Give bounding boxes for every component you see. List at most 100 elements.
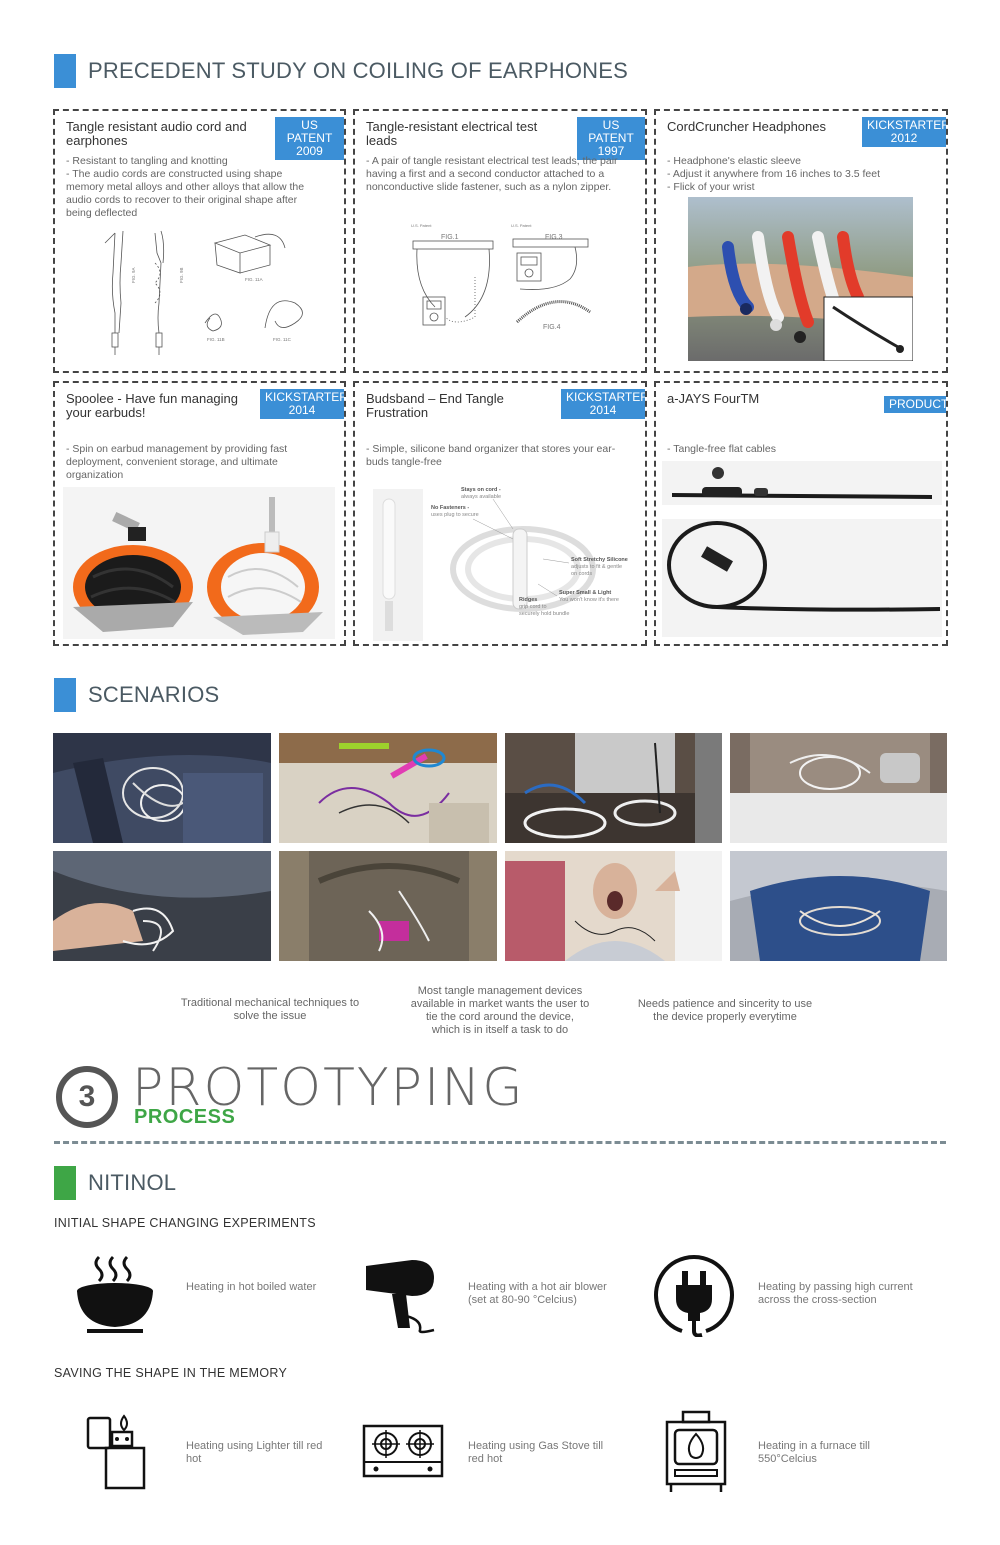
scenario-caption-3: Needs patience and sincerity to use the … <box>625 998 825 1024</box>
card-title: Spoolee - Have fun managing your earbuds… <box>66 391 239 420</box>
card-description: - Tangle-free flat cables <box>667 443 776 456</box>
desc-line: - A pair of tangle resistant electrical … <box>366 155 618 167</box>
ajays-photo <box>662 461 942 637</box>
caption-line: which is in itself a task to do <box>431 1024 569 1036</box>
section-number-badge: 3 <box>56 1066 118 1128</box>
desc-line: deployment, convenient storage, and ulti… <box>66 456 278 468</box>
precedent-title: PRECEDENT STUDY ON COILING OF EARPHONES <box>88 58 628 83</box>
callout-text: uses plug to secure <box>431 512 479 518</box>
spoolee-photo <box>63 487 335 639</box>
card-description: - Simple, silicone band organizer that s… <box>366 443 615 469</box>
section-marker <box>54 1166 76 1200</box>
card-description: - Headphone's elastic sleeve - Adjust it… <box>667 155 880 194</box>
fig-header-text: U.S. Patent <box>511 223 532 228</box>
method-text-furnace: Heating in a furnace till 550°Celcius <box>758 1440 870 1466</box>
precedent-card-patent-1997: Tangle-resistant electrical test leads U… <box>353 109 647 373</box>
boiling-pot-icon <box>77 1255 153 1333</box>
patent-drawing-1997: U.S. Patent U.S. Patent FIG.1 FIG.3 FIG.… <box>411 223 591 331</box>
fig-label: FIG. 11C <box>273 337 292 342</box>
callout-text: No Fasteners - <box>431 505 469 511</box>
desc-line: being deflected <box>66 207 138 219</box>
badge-label: US PATENT <box>286 118 333 145</box>
precedent-card-patent-2009: Tangle resistant audio cord and earphone… <box>53 109 346 373</box>
method-text-lighter: Heating using Lighter till red hot <box>186 1440 322 1466</box>
desc-line: - Adjust it anywhere from 16 inches to 3… <box>667 168 881 180</box>
card-title: Tangle-resistant electrical test leads <box>366 119 538 148</box>
saving-shape-heading: SAVING THE SHAPE IN THE MEMORY <box>54 1366 288 1380</box>
scenario-photo-bag-cord <box>53 733 271 843</box>
badge-year: 2014 <box>288 403 316 417</box>
scenario-photo-pocket-hand <box>53 851 271 961</box>
callout-text: Stays on cord - <box>461 487 501 493</box>
method-line: Heating by passing high current <box>758 1281 913 1293</box>
precedent-card-ajays: a-JAYS FourTM PRODUCT - Tangle-free flat… <box>654 381 948 646</box>
scenario-photo-frustrated-man <box>505 851 722 961</box>
desc-line: - The audio cords are constructed using … <box>66 168 283 180</box>
card-badge: US PATENT 1997 <box>577 117 645 160</box>
badge-label: US PATENT <box>588 118 634 145</box>
callout-text: on cords <box>571 571 592 577</box>
desc-line: audio cords to recover to their original… <box>66 194 298 206</box>
fig-header-text: U.S. Patent <box>411 223 432 228</box>
caption-line: Traditional mechanical techniques to <box>180 997 360 1009</box>
desc-line: organization <box>66 469 124 481</box>
method-text-blower: Heating with a hot air blower (set at 80… <box>468 1281 607 1307</box>
desc-line: - Headphone's elastic sleeve <box>667 155 801 167</box>
method-line: Heating using Gas Stove till <box>468 1440 604 1452</box>
nitinol-section-header: NITINOL <box>54 1166 176 1200</box>
scenario-photo-backpack <box>279 851 497 961</box>
fig-label: FIG. 9A <box>131 267 136 283</box>
callout-text: always available <box>461 494 501 500</box>
fig-label: FIG.4 <box>543 324 561 331</box>
prototyping-subtitle: PROCESS <box>134 1106 236 1128</box>
precedent-section-header: PRECEDENT STUDY ON COILING OF EARPHONES <box>54 54 628 88</box>
callout-text: securely hold bundle <box>519 611 569 617</box>
callout-text: Ridges <box>519 597 537 603</box>
badge-year: 2012 <box>890 131 918 145</box>
card-title: a-JAYS FourTM <box>667 391 760 406</box>
callout-text: You won't know it's there <box>559 597 619 603</box>
nitinol-title: NITINOL <box>88 1170 177 1195</box>
card-description: - Resistant to tangling and knotting - T… <box>66 155 304 220</box>
fig-label: FIG.1 <box>441 234 459 241</box>
precedent-grid: Tangle resistant audio cord and earphone… <box>53 109 948 646</box>
caption-line: Most tangle management devices <box>417 985 583 997</box>
desc-line: - Simple, silicone band organizer that s… <box>366 443 616 455</box>
method-line: 550°Celcius <box>758 1453 817 1465</box>
furnace-icon <box>665 1410 727 1492</box>
scenario-photo-drawer-earbuds <box>730 733 947 843</box>
card-badge: KICKSTARTER 2014 <box>260 389 344 419</box>
badge-label: PRODUCT <box>889 397 948 411</box>
plug-icon <box>654 1254 734 1337</box>
desc-line: buds tangle-free <box>366 456 442 468</box>
method-line: (set at 80-90 °Celcius) <box>468 1294 577 1306</box>
scenario-caption-1: Traditional mechanical techniques to sol… <box>170 997 370 1023</box>
desc-line: - Resistant to tangling and knotting <box>66 155 228 167</box>
hair-dryer-icon <box>366 1260 435 1334</box>
callout-text: adjusts to fit & gentle <box>571 564 622 570</box>
patent-drawing-2009: FIG. 9A FIG. 9B FIG. 11A FIG. 11B FIG. 1… <box>104 230 303 355</box>
scenario-photo-drawer-clutter <box>279 733 497 843</box>
precedent-card-spoolee: Spoolee - Have fun managing your earbuds… <box>53 381 346 646</box>
callout-text: grip cord to <box>519 604 547 610</box>
callout-text: Super Small & Light <box>559 590 611 596</box>
scenario-photo-cables-box <box>505 733 722 843</box>
method-line: hot <box>186 1453 202 1465</box>
card-badge: KICKSTARTER 2012 <box>862 117 946 147</box>
card-badge: US PATENT 2009 <box>275 117 344 160</box>
card-description: - Spin on earbud management by providing… <box>66 443 287 482</box>
caption-line: Needs patience and sincerity to use <box>637 998 813 1010</box>
card-badge: KICKSTARTER 2014 <box>561 389 645 419</box>
gas-stove-icon <box>362 1424 444 1478</box>
badge-year: 2014 <box>589 403 617 417</box>
section-divider <box>54 1141 946 1144</box>
desc-line: - Flick of your wrist <box>667 181 755 193</box>
method-line: red hot <box>468 1453 503 1465</box>
caption-line: solve the issue <box>233 1010 307 1022</box>
caption-line: the device properly everytime <box>653 1011 797 1023</box>
method-text-gas-stove: Heating using Gas Stove till red hot <box>468 1440 603 1466</box>
card-badge: PRODUCT <box>884 396 946 413</box>
section-marker <box>54 678 76 712</box>
desc-line: memory metal alloys and other alloys tha… <box>66 181 305 193</box>
fig-label: FIG. 9B <box>179 267 184 283</box>
